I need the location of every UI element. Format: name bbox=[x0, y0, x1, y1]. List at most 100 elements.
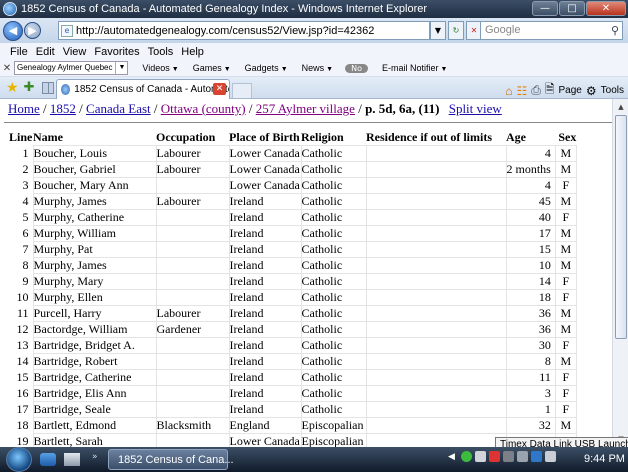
breadcrumb-county[interactable]: Ottawa (county) bbox=[161, 101, 246, 116]
menu-edit[interactable]: Edit bbox=[32, 46, 59, 58]
table-row: 12 Bactordge, William Gardener Ireland Catho… bbox=[9, 321, 577, 338]
link-news[interactable]: News ▼ bbox=[302, 63, 333, 73]
cell-age: 36 bbox=[505, 305, 556, 322]
cell-residence bbox=[365, 177, 507, 194]
chevron-down-icon[interactable]: ▼ bbox=[115, 62, 125, 74]
breadcrumb-separator: / bbox=[358, 101, 362, 116]
cell-residence bbox=[365, 273, 507, 290]
maximize-button[interactable]: □ bbox=[559, 1, 585, 16]
link-videos[interactable]: Videos ▼ bbox=[142, 63, 178, 73]
menu-view[interactable]: View bbox=[59, 46, 91, 58]
cell-occupation bbox=[155, 385, 230, 402]
tray-alert-icon[interactable] bbox=[489, 451, 500, 462]
breadcrumb-district[interactable]: 257 Aylmer village bbox=[256, 101, 355, 116]
close-toolbar-icon[interactable]: ✕ bbox=[0, 63, 14, 74]
cell-residence bbox=[365, 241, 507, 258]
minimize-button[interactable]: — bbox=[532, 1, 558, 16]
cell-age: 3 bbox=[505, 385, 556, 402]
quick-tabs-icon[interactable] bbox=[42, 81, 55, 94]
cell-birth: Lower Canada bbox=[228, 177, 302, 194]
quick-launch-more-icon[interactable]: » bbox=[92, 452, 98, 462]
close-tab-icon[interactable]: ✕ bbox=[213, 83, 226, 95]
breadcrumb-year[interactable]: 1852 bbox=[50, 101, 76, 116]
cell-name: Boucher, Louis bbox=[32, 145, 157, 162]
cell-line: 7 bbox=[22, 242, 29, 256]
cell-name: Bartlett, Edmond bbox=[32, 417, 157, 434]
link-gadgets[interactable]: Gadgets ▼ bbox=[245, 63, 288, 73]
tools-menu[interactable]: Tools bbox=[601, 85, 624, 96]
vertical-scrollbar[interactable]: ▲ ▼ bbox=[612, 99, 628, 447]
cell-sex: F bbox=[554, 401, 577, 418]
tray-usb-icon[interactable] bbox=[503, 451, 514, 462]
search-combo[interactable]: Genealogy Aylmer Quebec ▼ bbox=[14, 61, 129, 75]
status-toggle[interactable]: No bbox=[345, 63, 368, 73]
quick-launch-desktop-icon[interactable] bbox=[64, 453, 80, 466]
favorites-star-icon[interactable]: ★ bbox=[6, 80, 19, 96]
new-tab-button[interactable] bbox=[232, 83, 252, 98]
menu-tools[interactable]: Tools bbox=[144, 46, 178, 58]
menu-help[interactable]: Help bbox=[177, 46, 208, 58]
breadcrumb-province[interactable]: Canada East bbox=[86, 101, 151, 116]
cell-age: 32 bbox=[505, 417, 556, 434]
tab-bar: ★ ✚ 1852 Census of Canada - Automated G.… bbox=[0, 77, 628, 99]
cell-sex: M bbox=[554, 353, 577, 370]
cell-residence bbox=[365, 385, 507, 402]
cell-age: 4 bbox=[505, 145, 556, 162]
menu-favorites[interactable]: Favorites bbox=[90, 46, 143, 58]
cell-sex: F bbox=[554, 273, 577, 290]
feeds-icon[interactable]: ☷ bbox=[516, 84, 527, 98]
tray-device-icon[interactable] bbox=[475, 451, 486, 462]
tab-active[interactable]: 1852 Census of Canada - Automated G... ✕ bbox=[56, 79, 230, 99]
cell-religion: Catholic bbox=[300, 209, 367, 226]
command-bar: ⌂ ☷ ⎙ 🗎 Page ⚙ Tools bbox=[505, 80, 624, 101]
tab-label: 1852 Census of Canada - Automated G... bbox=[74, 84, 229, 95]
split-view-link[interactable]: Split view bbox=[449, 101, 502, 116]
start-button[interactable] bbox=[6, 447, 32, 472]
back-button[interactable]: ◀ bbox=[3, 20, 23, 41]
cell-occupation bbox=[155, 369, 230, 386]
scrollbar-thumb[interactable] bbox=[615, 115, 627, 339]
email-notifier-link[interactable]: E-mail Notifier ▼ bbox=[382, 63, 447, 73]
tray-bluetooth-icon[interactable] bbox=[531, 451, 542, 462]
refresh-icon[interactable]: ↻ bbox=[448, 21, 464, 40]
cell-religion: Episcopalian bbox=[300, 433, 367, 447]
tools-gear-icon[interactable]: ⚙ bbox=[586, 84, 597, 98]
cell-line: 13 bbox=[16, 338, 29, 352]
table-row: 5 Murphy, Catherine Ireland Catholic 40 F bbox=[9, 209, 577, 226]
tray-network-icon[interactable] bbox=[517, 451, 528, 462]
page-menu-icon[interactable]: 🗎 bbox=[545, 80, 555, 101]
taskbar-window-button[interactable]: 1852 Census of Cana... bbox=[108, 449, 234, 470]
breadcrumb-home[interactable]: Home bbox=[8, 101, 40, 116]
address-bar[interactable]: e http://automatedgenealogy.com/census52… bbox=[58, 21, 430, 40]
cell-age: 15 bbox=[505, 241, 556, 258]
tray-expand-icon[interactable]: ◀ bbox=[448, 452, 458, 462]
home-icon[interactable]: ⌂ bbox=[505, 84, 512, 98]
cell-religion: Catholic bbox=[300, 273, 367, 290]
forward-button[interactable]: ▶ bbox=[24, 22, 41, 39]
search-input[interactable]: Google ⚲ bbox=[480, 21, 623, 40]
link-games[interactable]: Games ▼ bbox=[193, 63, 231, 73]
cell-residence bbox=[365, 225, 507, 242]
print-icon[interactable]: ⎙ bbox=[531, 83, 541, 98]
address-url[interactable]: http://automatedgenealogy.com/census52/V… bbox=[76, 25, 374, 37]
scroll-up-icon[interactable]: ▲ bbox=[614, 100, 628, 114]
cell-birth: Lower Canada bbox=[228, 433, 302, 447]
close-button[interactable]: ✕ bbox=[586, 1, 626, 16]
page-menu[interactable]: Page bbox=[559, 85, 582, 96]
divider bbox=[4, 122, 612, 123]
cell-sex: M bbox=[554, 257, 577, 274]
cell-birth: Ireland bbox=[228, 289, 302, 306]
table-row: 3 Boucher, Mary Ann Lower Canada Catholic 4 F bbox=[9, 177, 577, 194]
cell-sex: M bbox=[554, 225, 577, 242]
column-header-occupation: Occupation bbox=[156, 130, 216, 144]
add-favorite-icon[interactable]: ✚ bbox=[24, 80, 35, 95]
address-dropdown-icon[interactable]: ▼ bbox=[430, 21, 446, 40]
search-icon[interactable]: ⚲ bbox=[611, 23, 619, 40]
taskbar-clock[interactable]: 9:44 PM bbox=[584, 453, 625, 465]
tray-check-icon[interactable] bbox=[461, 451, 472, 462]
column-header-religion: Religion bbox=[301, 130, 344, 144]
tray-volume-icon[interactable] bbox=[545, 451, 556, 462]
menu-file[interactable]: File bbox=[6, 46, 32, 58]
link-gadgets-label: Gadgets bbox=[244, 63, 279, 73]
quick-launch-ie-icon[interactable] bbox=[40, 453, 56, 466]
